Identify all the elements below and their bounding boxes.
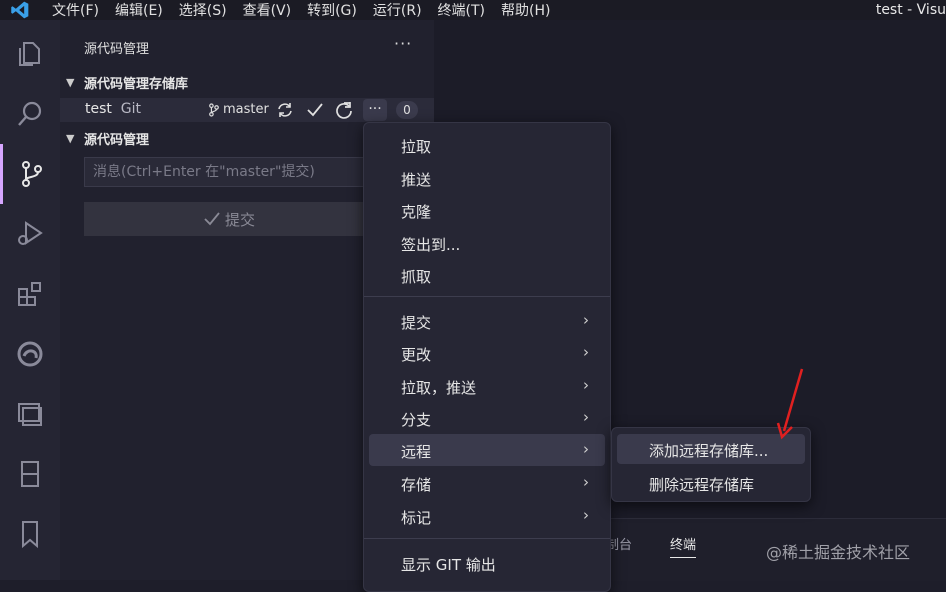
menu-view[interactable]: 查看(V): [243, 0, 292, 20]
window-title: test - Visu: [875, 2, 946, 18]
menu-selection[interactable]: 选择(S): [179, 0, 227, 20]
menu-item-push[interactable]: 推送: [369, 162, 605, 194]
submenu-item-remove-remote[interactable]: 删除远程存储库: [617, 468, 805, 498]
chevron-right-icon: ›: [583, 440, 589, 458]
repo-more-button[interactable]: ···: [363, 99, 387, 121]
activity-bar: [0, 20, 60, 580]
menu-item-checkout[interactable]: 签出到...: [369, 227, 605, 259]
search-icon[interactable]: [0, 84, 60, 144]
menu-go[interactable]: 转到(G): [307, 0, 357, 20]
title-bar: 文件(F) 编辑(E) 选择(S) 查看(V) 转到(G) 运行(R) 终端(T…: [0, 0, 946, 20]
section-repositories[interactable]: ▼ 源代码管理存储库: [60, 71, 434, 93]
device-icon[interactable]: [0, 444, 60, 504]
menu-item-changes[interactable]: 更改 ›: [369, 337, 605, 369]
commit-button[interactable]: 提交: [84, 202, 374, 236]
check-icon: [204, 212, 220, 226]
remote-explorer-icon[interactable]: [0, 384, 60, 444]
chevron-right-icon: ›: [583, 473, 589, 491]
branch-icon: [209, 102, 219, 117]
chevron-down-icon: ▼: [66, 131, 75, 145]
menu-item-branch[interactable]: 分支 ›: [369, 402, 605, 434]
menu-run[interactable]: 运行(R): [373, 0, 422, 20]
changes-badge: 0: [396, 101, 418, 119]
annotation-arrow-icon: [776, 368, 804, 440]
branch-name: master: [223, 102, 269, 117]
menu-item-tags[interactable]: 标记 ›: [369, 500, 605, 532]
repo-row[interactable]: test Git master ··· 0: [60, 98, 434, 122]
chevron-down-icon: ▼: [66, 75, 75, 89]
sync-icon[interactable]: [275, 100, 295, 120]
commit-check-icon[interactable]: [305, 100, 325, 120]
vscode-logo-icon: [10, 0, 32, 20]
menu-item-remote[interactable]: 远程 ›: [369, 434, 605, 466]
menu-separator: [364, 296, 610, 297]
menu-item-fetch[interactable]: 抓取: [369, 259, 605, 291]
menu-separator: [364, 538, 610, 539]
bookmark-icon[interactable]: [0, 504, 60, 564]
menu-item-pull[interactable]: 拉取: [369, 129, 605, 161]
run-debug-icon[interactable]: [0, 204, 60, 264]
menu-item-commit[interactable]: 提交 ›: [369, 305, 605, 337]
chevron-right-icon: ›: [583, 506, 589, 524]
refresh-icon[interactable]: [334, 100, 354, 120]
chevron-right-icon: ›: [583, 376, 589, 394]
chevron-right-icon: ›: [583, 311, 589, 329]
menu-edit[interactable]: 编辑(E): [115, 0, 163, 20]
context-menu: 拉取 推送 克隆 签出到... 抓取 提交 › 更改 › 拉取，推送 › 分支 › 远程…: [363, 122, 611, 592]
repo-name: test Git: [85, 101, 142, 117]
tab-terminal[interactable]: 终端: [670, 534, 697, 558]
commit-message-input[interactable]: [84, 157, 374, 187]
watermark: @稀土掘金技术社区: [766, 543, 911, 562]
section-scm-label: 源代码管理: [84, 132, 150, 148]
menu-item-stash[interactable]: 存储 ›: [369, 467, 605, 499]
menu-item-pull-push[interactable]: 拉取，推送 ›: [369, 370, 605, 402]
menu-file[interactable]: 文件(F): [52, 0, 99, 20]
section-repositories-label: 源代码管理存储库: [84, 76, 189, 92]
explorer-icon[interactable]: [0, 24, 60, 84]
menu-terminal[interactable]: 终端(T): [438, 0, 485, 20]
sidebar-more-icon[interactable]: ···: [394, 34, 412, 53]
sidebar-title: 源代码管理: [84, 42, 150, 57]
menu-item-show-git-output[interactable]: 显示 GIT 输出: [369, 547, 605, 579]
chevron-right-icon: ›: [583, 408, 589, 426]
extensions-icon[interactable]: [0, 264, 60, 324]
chevron-right-icon: ›: [583, 343, 589, 361]
source-control-icon[interactable]: [0, 144, 60, 204]
menu-help[interactable]: 帮助(H): [501, 0, 550, 20]
branch-indicator[interactable]: master: [208, 102, 269, 117]
menu-item-clone[interactable]: 克隆: [369, 194, 605, 226]
commit-button-label: 提交: [224, 210, 255, 229]
edge-icon[interactable]: [0, 324, 60, 384]
